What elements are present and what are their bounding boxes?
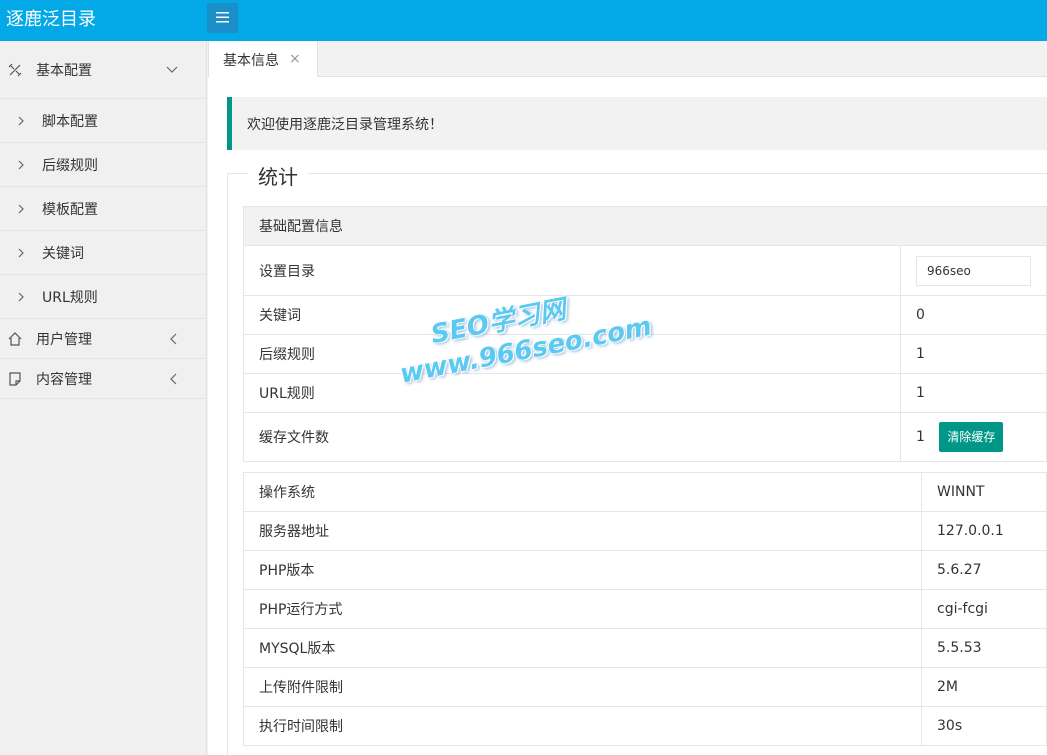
chevron-right-icon bbox=[18, 292, 24, 301]
tools-icon bbox=[8, 63, 22, 76]
sidebar-item-url-rules[interactable]: URL规则 bbox=[0, 275, 206, 319]
table-row: MYSQL版本 5.5.53 bbox=[243, 628, 1047, 668]
table-header-row: 基础配置信息 bbox=[243, 206, 1047, 246]
sidebar-item-label: 脚本配置 bbox=[42, 113, 98, 130]
table-row: PHP版本 5.6.27 bbox=[243, 550, 1047, 590]
row-label: MYSQL版本 bbox=[243, 628, 922, 668]
table-row: URL规则 1 bbox=[243, 373, 1047, 413]
row-label: 服务器地址 bbox=[243, 511, 922, 551]
table-row: 关键词 0 bbox=[243, 295, 1047, 335]
sidebar-item-label: 后缀规则 bbox=[42, 157, 98, 174]
row-value: 1 bbox=[900, 334, 1047, 374]
sidebar-group-content-management[interactable]: 内容管理 bbox=[0, 359, 206, 399]
menu-toggle-button[interactable] bbox=[207, 3, 238, 33]
chevron-left-icon bbox=[170, 333, 177, 344]
table-row: 后缀规则 1 bbox=[243, 334, 1047, 374]
welcome-text: 欢迎使用逐鹿泛目录管理系统！ bbox=[247, 117, 443, 133]
welcome-banner: 欢迎使用逐鹿泛目录管理系统！ bbox=[227, 97, 1047, 150]
fieldset-border-left bbox=[227, 173, 228, 755]
table-row: 缓存文件数 1 清除缓存 bbox=[243, 412, 1047, 462]
tab-bar: 基本信息 × bbox=[208, 41, 1047, 77]
table-row: 操作系统 WINNT bbox=[243, 472, 1047, 512]
hamburger-icon bbox=[216, 12, 229, 23]
main-content: 欢迎使用逐鹿泛目录管理系统！ 统计 基础配置信息 设置目录 966seo 关键词… bbox=[208, 77, 1047, 755]
table-row: PHP运行方式 cgi-fcgi bbox=[243, 589, 1047, 629]
row-label: 关键词 bbox=[243, 295, 901, 335]
clear-cache-button[interactable]: 清除缓存 bbox=[939, 422, 1004, 452]
row-value: WINNT bbox=[921, 472, 1047, 512]
chevron-right-icon bbox=[18, 248, 24, 257]
sidebar: 基本配置 脚本配置 后缀规则 模板配置 关键词 URL规则 用户管理 内容管理 bbox=[0, 41, 207, 755]
sidebar-item-label: 模板配置 bbox=[42, 201, 98, 218]
sidebar-group-label: 内容管理 bbox=[36, 371, 92, 388]
chevron-right-icon bbox=[18, 160, 24, 169]
sidebar-item-label: URL规则 bbox=[42, 289, 98, 306]
row-value: 127.0.0.1 bbox=[921, 511, 1047, 551]
close-icon[interactable]: × bbox=[289, 51, 301, 67]
row-value: 5.5.53 bbox=[921, 628, 1047, 668]
row-value: cgi-fcgi bbox=[921, 589, 1047, 629]
row-label: PHP版本 bbox=[243, 550, 922, 590]
row-label: 缓存文件数 bbox=[243, 412, 901, 462]
row-value: 1 bbox=[916, 429, 925, 445]
fieldset-border bbox=[227, 173, 1047, 174]
row-label: URL规则 bbox=[243, 373, 901, 413]
tab-label: 基本信息 bbox=[223, 53, 279, 69]
directory-input[interactable]: 966seo bbox=[916, 255, 1031, 286]
chevron-down-icon bbox=[166, 66, 178, 73]
row-label: 设置目录 bbox=[243, 245, 901, 296]
row-label: 后缀规则 bbox=[243, 334, 901, 374]
row-value: 0 bbox=[900, 295, 1047, 335]
table-row: 执行时间限制 30s bbox=[243, 706, 1047, 746]
sidebar-group-label: 基本配置 bbox=[36, 62, 92, 79]
sidebar-group-user-management[interactable]: 用户管理 bbox=[0, 319, 206, 359]
row-value-cell: 966seo bbox=[900, 245, 1047, 296]
row-value: 1 bbox=[900, 373, 1047, 413]
table-row: 设置目录 966seo bbox=[243, 245, 1047, 296]
row-value: 5.6.27 bbox=[921, 550, 1047, 590]
row-label: 执行时间限制 bbox=[243, 706, 922, 746]
row-value: 30s bbox=[921, 706, 1047, 746]
stats-legend: 统计 bbox=[248, 161, 308, 190]
chevron-right-icon bbox=[18, 204, 24, 213]
sidebar-item-keywords[interactable]: 关键词 bbox=[0, 231, 206, 275]
top-header: 逐鹿泛目录 bbox=[0, 0, 1047, 41]
sidebar-group-label: 用户管理 bbox=[36, 331, 92, 348]
sidebar-item-label: 关键词 bbox=[42, 245, 84, 262]
home-icon bbox=[8, 331, 22, 346]
sidebar-item-suffix-rules[interactable]: 后缀规则 bbox=[0, 143, 206, 187]
chevron-left-icon bbox=[170, 373, 177, 384]
sidebar-group-basic-config[interactable]: 基本配置 bbox=[0, 41, 206, 99]
table-row: 服务器地址 127.0.0.1 bbox=[243, 511, 1047, 551]
tab-basic-info[interactable]: 基本信息 × bbox=[208, 41, 318, 77]
row-value: 2M bbox=[921, 667, 1047, 707]
chevron-right-icon bbox=[18, 116, 24, 125]
sidebar-item-script-config[interactable]: 脚本配置 bbox=[0, 99, 206, 143]
app-logo[interactable]: 逐鹿泛目录 bbox=[6, 5, 96, 31]
document-icon bbox=[9, 371, 21, 386]
table-header: 基础配置信息 bbox=[243, 206, 1047, 246]
row-label: 上传附件限制 bbox=[243, 667, 922, 707]
row-value-cell: 1 清除缓存 bbox=[900, 412, 1047, 462]
row-label: PHP运行方式 bbox=[243, 589, 922, 629]
table-row: 上传附件限制 2M bbox=[243, 667, 1047, 707]
row-label: 操作系统 bbox=[243, 472, 922, 512]
sidebar-item-template-config[interactable]: 模板配置 bbox=[0, 187, 206, 231]
config-info-table: 基础配置信息 设置目录 966seo 关键词 0 后缀规则 1 URL规则 1 … bbox=[243, 206, 1047, 462]
system-info-table: 操作系统 WINNT 服务器地址 127.0.0.1 PHP版本 5.6.27 … bbox=[243, 472, 1047, 746]
